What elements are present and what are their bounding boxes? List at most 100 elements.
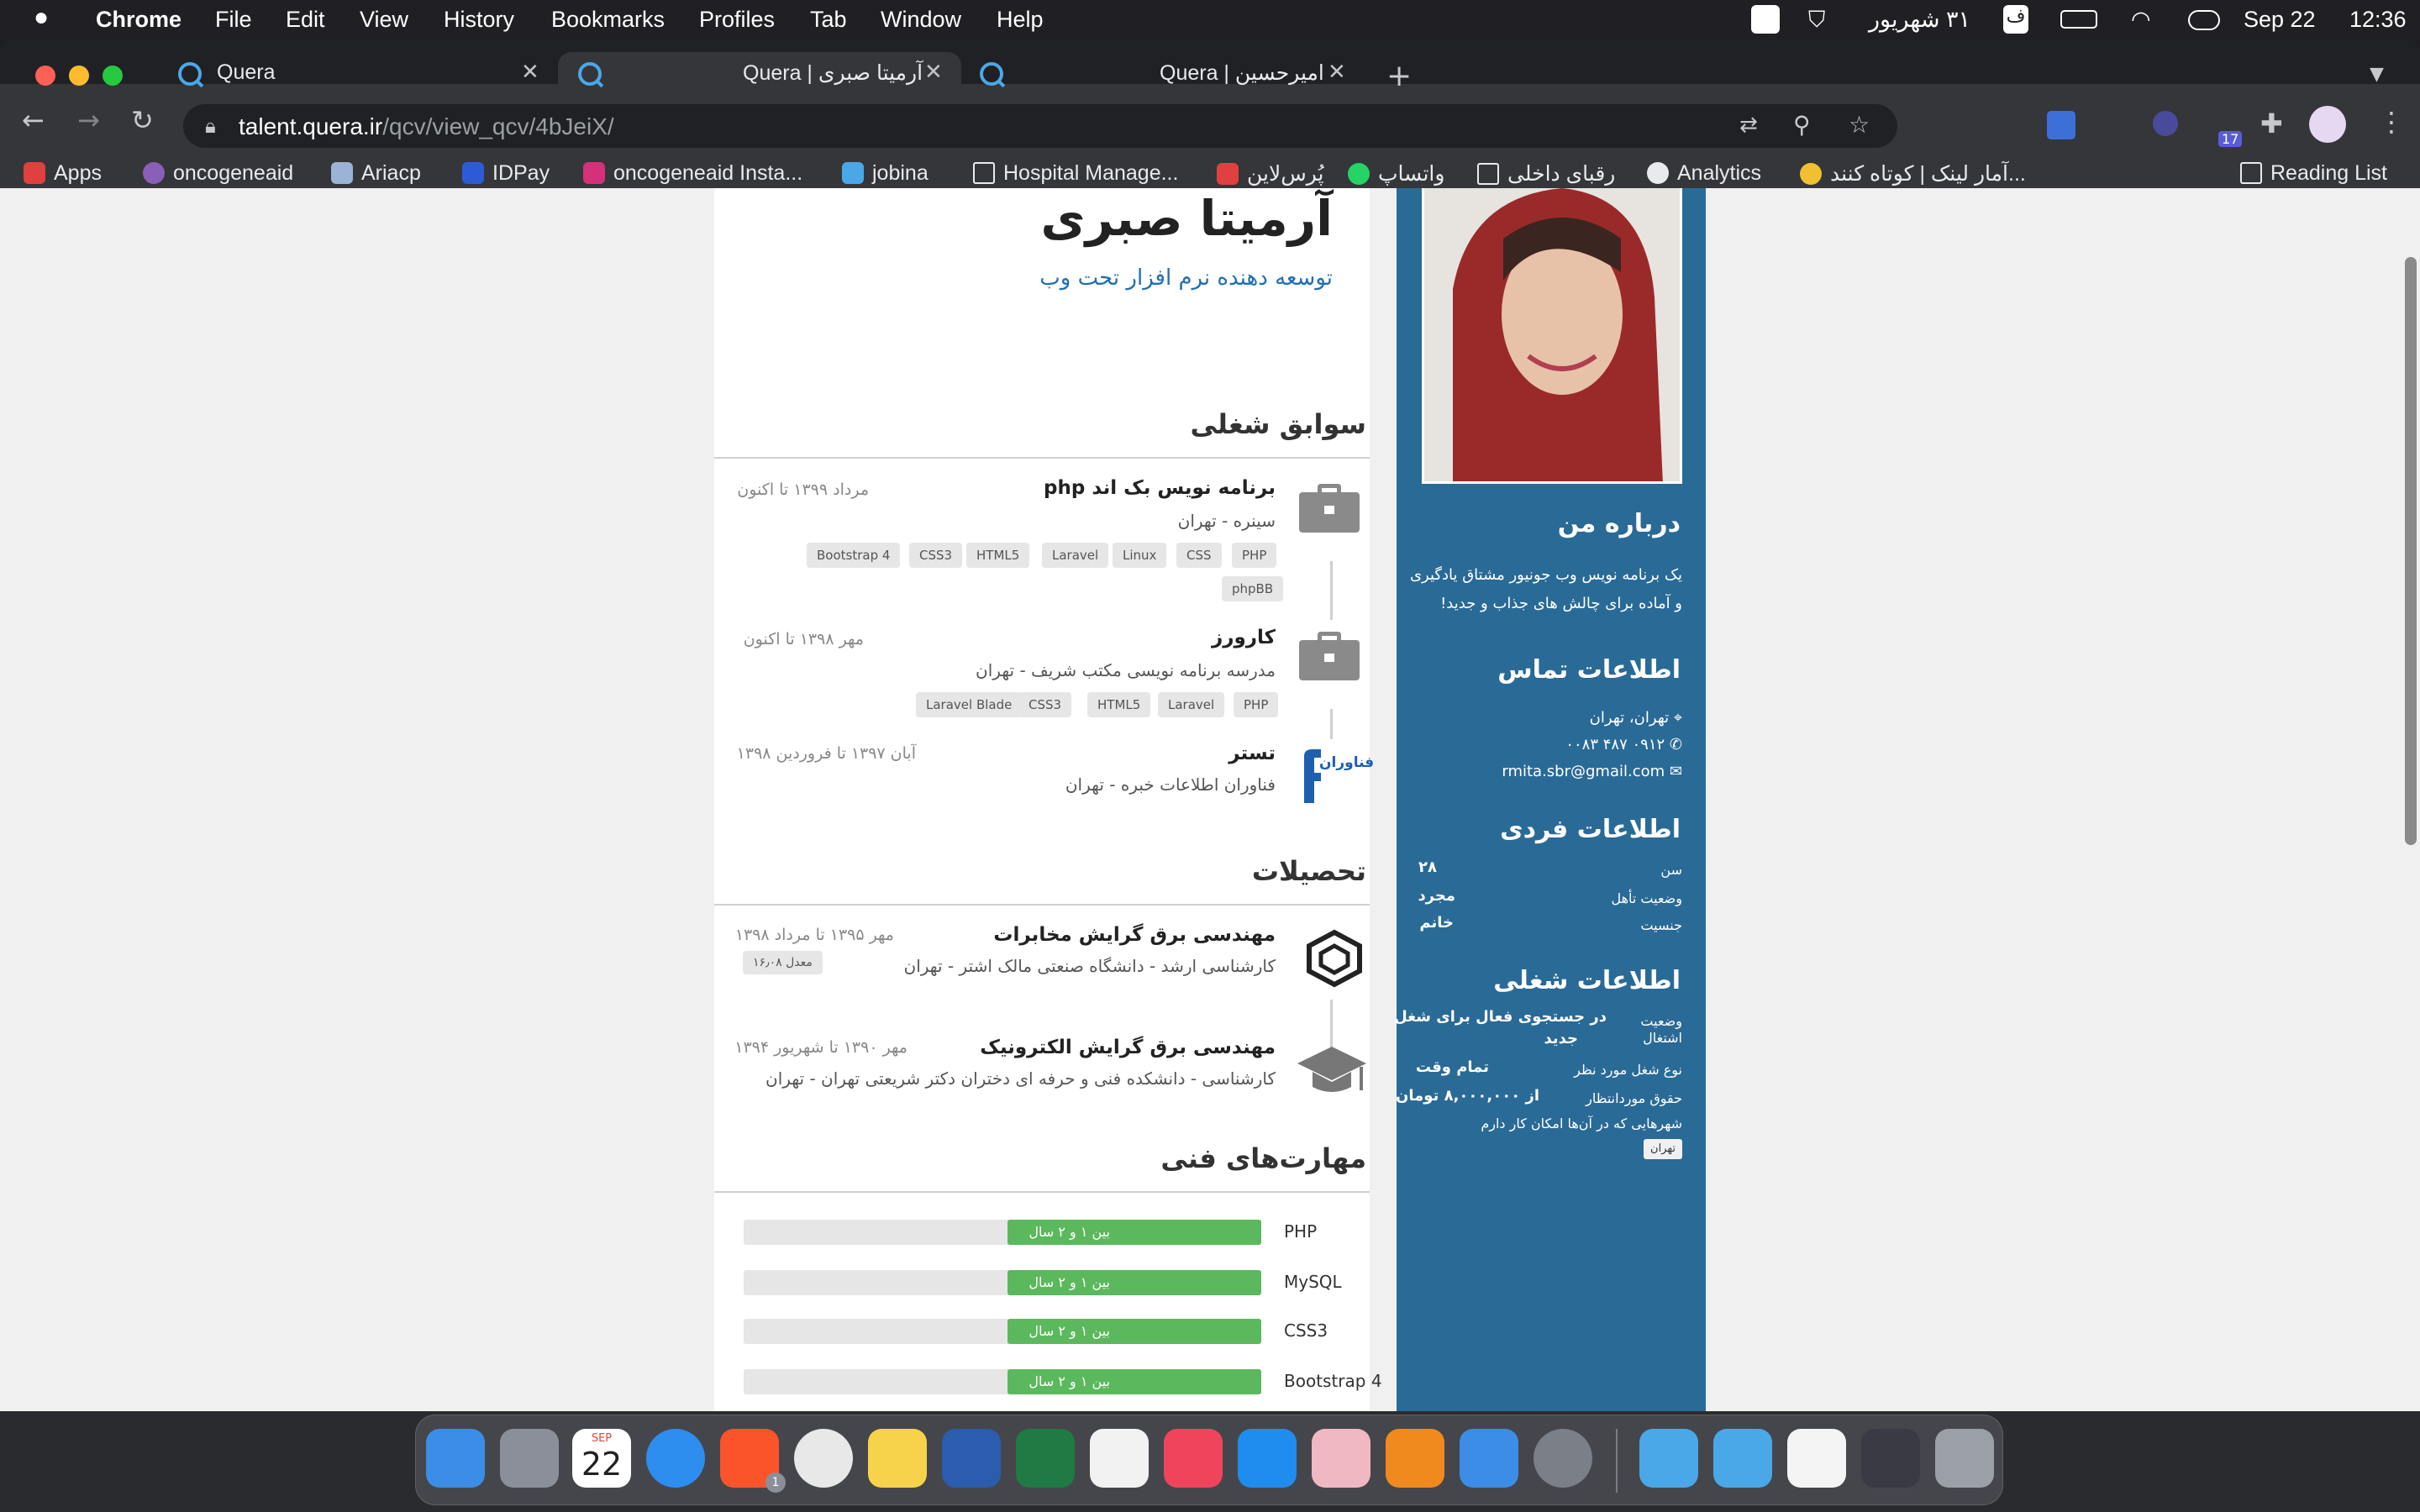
employment-status-label-line2: اشتغال [1643,1030,1682,1046]
input-source-icon[interactable]: ف [2003,5,2028,34]
minimized-window-icon[interactable] [1861,1429,1920,1488]
page-scrollbar[interactable] [2405,257,2417,845]
page-viewport[interactable]: آرمیتا صبری توسعه دهنده نرم افزار تحت وب… [0,188,2420,1411]
whatsapp-favicon-icon [1348,163,1370,185]
skill-tag: phpBB [1222,576,1284,601]
bookmark-whatsapp[interactable]: واتساپ [1348,161,1444,186]
menu-edit[interactable]: Edit [286,7,325,33]
shield-status-icon[interactable]: ⛉ [1808,7,1825,34]
contact-email[interactable]: ✉ rmita.sbr@gmail.com [1502,763,1682,780]
app-store-icon[interactable] [1238,1429,1297,1488]
close-window-button[interactable] [35,66,55,86]
forward-arrow-icon[interactable]: → [77,104,100,136]
bookmark-oncogeneaid-insta[interactable]: oncogeneaid Insta... [583,161,802,186]
tab-title: Quera [217,60,276,84]
bookmark-idpay[interactable]: IDPay [462,161,550,186]
vpn-shield-icon[interactable] [1460,1429,1518,1488]
quera-favicon-icon [578,62,602,86]
url-text[interactable]: talent.quera.ir/qcv/view_qcv/4bJeiX/ [239,113,614,140]
menu-app-name[interactable]: Chrome [96,7,182,33]
menu-view[interactable]: View [360,7,408,33]
oncogeneaid-favicon-icon [143,162,165,184]
menubar-date[interactable]: Sep 22 [2244,7,2316,33]
bookmark-ariacp[interactable]: Ariacp [331,161,421,186]
job-company: سینره - تهران [1177,511,1276,531]
lock-icon[interactable]: 🔒︎ [205,114,216,138]
bookmark-hospital-folder[interactable]: Hospital Manage... [973,161,1178,186]
zoom-icon[interactable]: ⚲ [1793,111,1811,139]
close-tab-icon[interactable]: ✕ [521,59,539,85]
folder-icon[interactable] [1639,1429,1698,1488]
bookmark-jobina[interactable]: jobina [842,161,929,186]
tab-armita-active[interactable]: Quera | آرمیتا صبری ✕ [558,52,961,96]
skill-bar: بین ۱ و ۲ سال [744,1319,1261,1344]
address-bar[interactable]: 🔒︎ talent.quera.ir/qcv/view_qcv/4bJeiX/ … [183,104,1897,148]
minimize-window-button[interactable] [69,66,89,86]
bookmark-competitors-folder[interactable]: رقبای داخلی [1477,161,1615,186]
safari-icon[interactable] [646,1429,705,1488]
reload-icon[interactable]: ↻ [131,104,154,136]
pages-icon[interactable] [1090,1429,1149,1488]
bookmark-porslain[interactable]: پُرس‌لاین [1217,161,1324,186]
skill-bar-fill: بین ۱ و ۲ سال [1007,1270,1261,1295]
excel-icon[interactable] [1016,1429,1075,1488]
battery-icon[interactable] [2060,10,2097,29]
education-degree: مهندسی برق گرایش الکترونیک [980,1037,1276,1058]
close-tab-icon[interactable]: ✕ [1328,59,1346,85]
brave-icon[interactable]: 1 [720,1429,786,1493]
folder-icon[interactable] [1713,1429,1772,1488]
bookmark-oncogeneaid[interactable]: oncogeneaid [143,161,293,186]
google-translate-extension-icon[interactable] [2047,111,2075,139]
brave-status-icon[interactable] [1751,5,1780,34]
menu-window[interactable]: Window [881,7,961,33]
university-logo [1301,927,1368,995]
close-tab-icon[interactable]: ✕ [924,59,943,85]
tab-quera[interactable]: Quera ✕ [165,52,548,96]
notes-icon[interactable] [868,1429,927,1488]
trash-icon[interactable] [1935,1429,1994,1488]
document-icon[interactable] [1787,1429,1846,1488]
system-preferences-icon[interactable] [1534,1429,1592,1488]
menu-file[interactable]: File [215,7,252,33]
menu-profiles[interactable]: Profiles [699,7,775,33]
extension-icon[interactable] [2153,111,2178,136]
contact-phone[interactable]: ✆ ۰۹۱۲ ۴۸۷ ۰۰۸۳ [1565,736,1682,753]
menu-history[interactable]: History [444,7,514,33]
word-icon[interactable] [942,1429,1001,1488]
apple-menu-icon[interactable]: ● [34,3,49,32]
menu-help[interactable]: Help [997,7,1044,33]
skill-bar: بین ۱ و ۲ سال [744,1220,1261,1245]
profile-avatar[interactable] [2309,106,2346,143]
chrome-icon[interactable] [794,1429,853,1488]
new-tab-plus-icon[interactable]: + [1386,59,1412,93]
tab-search-chevron-icon[interactable]: ▼ [2370,64,2384,85]
control-center-icon[interactable] [2188,10,2220,30]
skill-tag: CSS3 [909,543,963,568]
tab-amirhossein[interactable]: Quera | امیرحسین ✕ [966,52,1361,96]
ariacp-favicon-icon [331,162,353,184]
bookmark-analytics[interactable]: Analytics [1647,161,1761,186]
translate-icon[interactable]: ⇄ [1739,113,1758,138]
affinity-icon[interactable] [1312,1429,1370,1488]
menubar-time[interactable]: 12:36 [2349,7,2407,33]
zoom-window-button[interactable] [103,66,123,86]
bookmark-star-icon[interactable]: ☆ [1849,111,1870,139]
back-arrow-icon[interactable]: ← [22,104,45,136]
job-date: آبان ۱۳۹۷ تا فروردین ۱۳۹۸ [736,744,916,763]
music-icon[interactable] [1164,1429,1223,1488]
menu-tab[interactable]: Tab [810,7,847,33]
chrome-menu-icon[interactable]: ⋮ [2378,106,2405,138]
persian-date[interactable]: ۳۱ شهریور [1869,7,1970,33]
vlc-icon[interactable] [1386,1429,1444,1488]
desktop-dock-area: SEP 22 1 [0,1411,2420,1512]
calendar-icon[interactable]: SEP 22 [572,1429,631,1488]
bookmark-apps[interactable]: Apps [24,161,102,186]
extensions-puzzle-icon[interactable]: ✚ [2260,108,2283,139]
menu-bookmarks[interactable]: Bookmarks [551,7,665,33]
bookmark-link-stats[interactable]: آمار لینک | کوتاه کنند... [1800,161,2026,186]
idpay-favicon-icon [462,162,484,184]
wifi-icon[interactable]: ◠ [2131,7,2151,33]
reading-list-button[interactable]: Reading List [2240,161,2387,186]
finder-icon[interactable] [426,1429,485,1488]
launchpad-icon[interactable] [500,1429,559,1488]
